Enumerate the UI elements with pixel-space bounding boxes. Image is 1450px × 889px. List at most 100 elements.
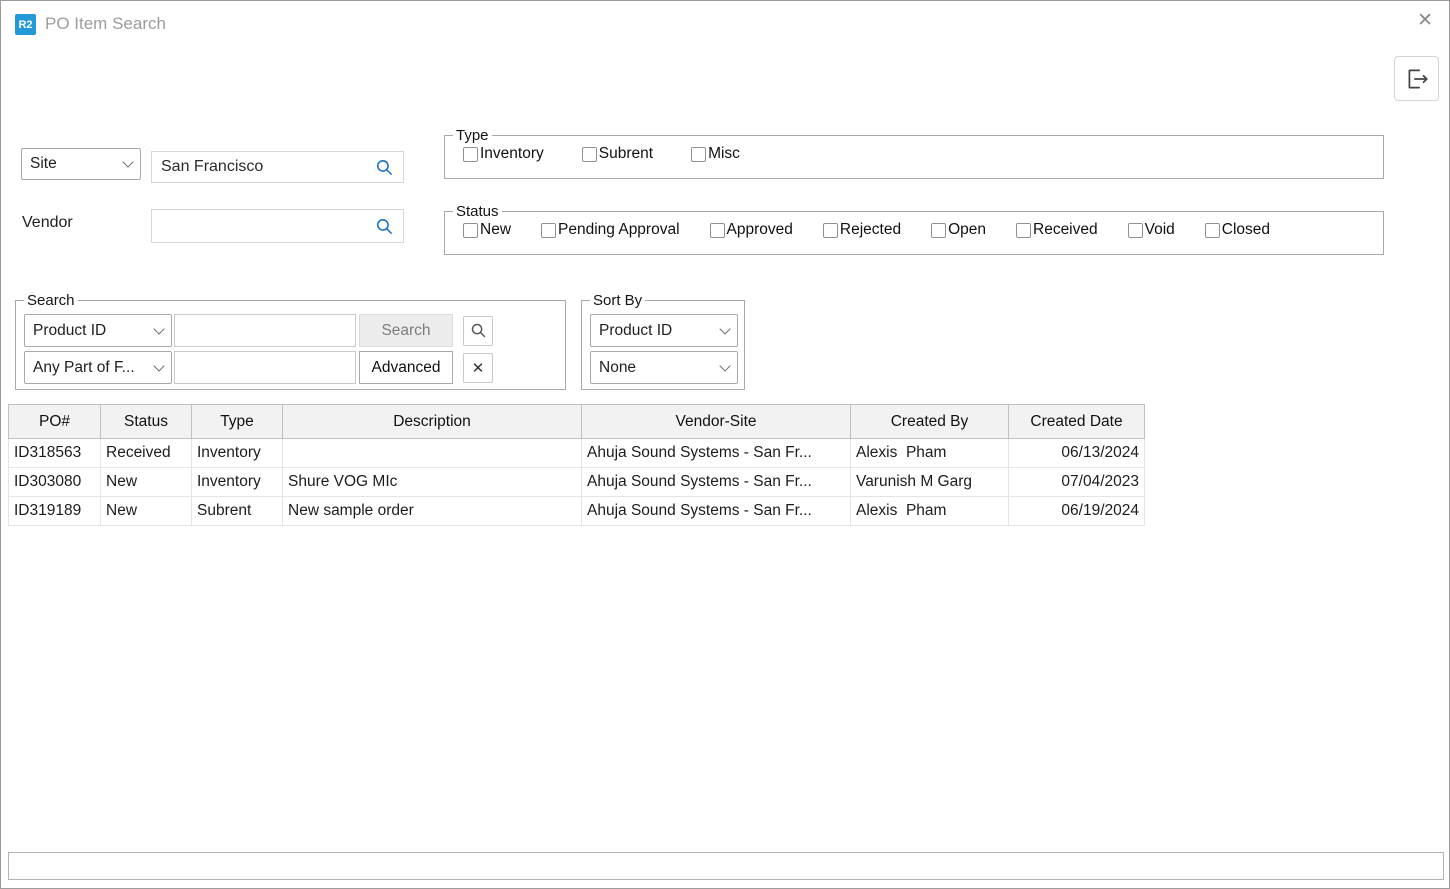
checkbox-new[interactable]: New [463, 221, 511, 239]
type-group: Type Inventory Subrent Misc [444, 127, 1384, 179]
table-cell: Ahuja Sound Systems - San Fr... [582, 468, 851, 497]
sort-by-group: Sort By Product ID None [581, 292, 745, 390]
checkbox-open[interactable]: Open [931, 221, 986, 239]
search-button[interactable]: Search [359, 314, 453, 347]
search-field-select-value: Product ID [33, 322, 106, 340]
checkbox-icon[interactable] [823, 223, 838, 238]
checkbox-label: Rejected [840, 221, 901, 239]
checkbox-label: Void [1145, 221, 1175, 239]
table-cell: Ahuja Sound Systems - San Fr... [582, 439, 851, 468]
close-button[interactable]: ✕ [1417, 11, 1433, 30]
checkbox-icon[interactable] [1128, 223, 1143, 238]
table-cell: Inventory [192, 439, 283, 468]
site-select-value: Site [30, 155, 57, 173]
checkbox-icon[interactable] [582, 147, 597, 162]
status-group-label: Status [453, 203, 502, 220]
table-cell: Alexis Pham [851, 439, 1009, 468]
search-icon[interactable] [375, 158, 394, 177]
search-icon [470, 322, 487, 339]
table-cell: New [101, 497, 192, 526]
site-search-field[interactable]: San Francisco [151, 151, 404, 183]
table-cell: Inventory [192, 468, 283, 497]
checkbox-label: Received [1033, 221, 1098, 239]
sort-secondary-select-value: None [599, 359, 636, 377]
table-cell: ID303080 [9, 468, 101, 497]
clear-search-button[interactable]: ✕ [463, 353, 493, 383]
column-header[interactable]: PO# [9, 405, 101, 439]
table-header-row: PO#StatusTypeDescriptionVendor-SiteCreat… [9, 405, 1145, 439]
checkbox-icon[interactable] [691, 147, 706, 162]
table-row[interactable]: ID319189NewSubrentNew sample orderAhuja … [9, 497, 1145, 526]
checkbox-closed[interactable]: Closed [1205, 221, 1270, 239]
sort-secondary-select[interactable]: None [590, 351, 738, 384]
checkbox-label: Open [948, 221, 986, 239]
checkbox-label: Misc [708, 145, 740, 163]
sort-by-group-label: Sort By [590, 292, 645, 309]
checkbox-inventory[interactable]: Inventory [463, 145, 544, 163]
table-cell: Varunish M Garg [851, 468, 1009, 497]
exit-icon [1404, 66, 1430, 92]
site-select[interactable]: Site [21, 148, 141, 180]
search-icon[interactable] [375, 217, 394, 236]
table-cell: Alexis Pham [851, 497, 1009, 526]
column-header[interactable]: Vendor-Site [582, 405, 851, 439]
checkbox-subrent[interactable]: Subrent [582, 145, 653, 163]
table-cell: Received [101, 439, 192, 468]
checkbox-icon[interactable] [463, 223, 478, 238]
checkbox-label: Approved [727, 221, 793, 239]
checkbox-void[interactable]: Void [1128, 221, 1175, 239]
column-header[interactable]: Created By [851, 405, 1009, 439]
search-match-select[interactable]: Any Part of F... [24, 351, 172, 384]
table-cell: New sample order [283, 497, 582, 526]
checkbox-received[interactable]: Received [1016, 221, 1098, 239]
column-header[interactable]: Type [192, 405, 283, 439]
table-cell: 06/13/2024 [1009, 439, 1145, 468]
sort-primary-select-value: Product ID [599, 322, 672, 340]
search-group: Search Product ID Search Any Part [15, 292, 566, 390]
column-header[interactable]: Created Date [1009, 405, 1145, 439]
column-header[interactable]: Status [101, 405, 192, 439]
advanced-term-input[interactable] [174, 351, 356, 384]
vendor-label: Vendor [22, 214, 73, 232]
checkbox-label: Inventory [480, 145, 544, 163]
checkbox-icon[interactable] [541, 223, 556, 238]
table-body: ID318563ReceivedInventory Ahuja Sound Sys… [9, 439, 1145, 526]
search-group-label: Search [24, 292, 78, 309]
table-cell: Ahuja Sound Systems - San Fr... [582, 497, 851, 526]
chevron-down-icon [122, 156, 133, 167]
checkbox-pending-approval[interactable]: Pending Approval [541, 221, 680, 239]
table-cell: Subrent [192, 497, 283, 526]
results-table: PO#StatusTypeDescriptionVendor-SiteCreat… [8, 404, 1145, 526]
table-row[interactable]: ID318563ReceivedInventory Ahuja Sound Sys… [9, 439, 1145, 468]
table-cell: 07/04/2023 [1009, 468, 1145, 497]
search-field-select[interactable]: Product ID [24, 314, 172, 347]
table-row[interactable]: ID303080NewInventoryShure VOG MIcAhuja S… [9, 468, 1145, 497]
checkbox-icon[interactable] [1016, 223, 1031, 238]
advanced-button[interactable]: Advanced [359, 351, 453, 384]
chevron-down-icon [719, 323, 730, 334]
status-bar [8, 852, 1444, 880]
checkbox-rejected[interactable]: Rejected [823, 221, 901, 239]
table-cell: ID318563 [9, 439, 101, 468]
table-cell: 06/19/2024 [1009, 497, 1145, 526]
checkbox-icon[interactable] [463, 147, 478, 162]
search-term-input[interactable] [174, 314, 356, 347]
checkbox-icon[interactable] [1205, 223, 1220, 238]
chevron-down-icon [719, 360, 730, 371]
column-header[interactable]: Description [283, 405, 582, 439]
checkbox-approved[interactable]: Approved [710, 221, 793, 239]
site-field-value: San Francisco [161, 158, 263, 176]
vendor-search-field[interactable] [151, 209, 404, 243]
exit-button[interactable] [1394, 56, 1439, 101]
type-group-label: Type [453, 127, 492, 144]
checkbox-misc[interactable]: Misc [691, 145, 740, 163]
checkbox-icon[interactable] [710, 223, 725, 238]
sort-primary-select[interactable]: Product ID [590, 314, 738, 347]
checkbox-label: Closed [1222, 221, 1270, 239]
checkbox-icon[interactable] [931, 223, 946, 238]
status-group: Status New Pending Approval Approved Rej… [444, 203, 1384, 255]
table-cell: Shure VOG MIc [283, 468, 582, 497]
search-icon-button[interactable] [463, 316, 493, 346]
table-cell: ID319189 [9, 497, 101, 526]
window-title: PO Item Search [45, 14, 166, 34]
